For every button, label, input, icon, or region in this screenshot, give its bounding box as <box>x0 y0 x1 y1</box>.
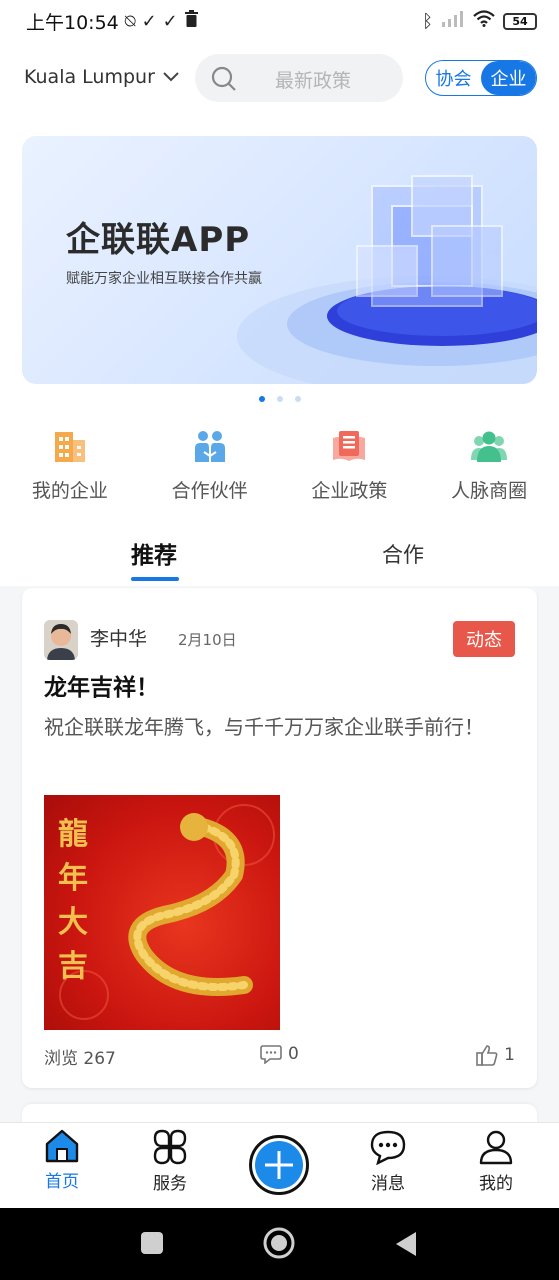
feed-tabs: 推荐 合作 <box>0 530 559 586</box>
home-circle-icon[interactable] <box>263 1227 295 1259</box>
like-count: 1 <box>504 1045 515 1065</box>
post-image[interactable]: 龍年大吉 <box>44 795 280 1030</box>
system-nav-bar <box>0 1208 559 1280</box>
comment-icon <box>260 1045 282 1064</box>
quick-nav-my-enterprise[interactable]: 我的企业 <box>0 426 140 506</box>
status-time: 上午10:54 <box>26 11 119 34</box>
comment-count: 0 <box>288 1044 299 1064</box>
partners-icon <box>194 431 225 462</box>
city-name: Kuala Lumpur <box>24 66 155 88</box>
check-icon: ✓ <box>141 10 157 32</box>
signal-icon <box>441 10 465 32</box>
view-count: 浏览 267 <box>44 1049 116 1069</box>
quick-nav-label: 合作伙伴 <box>171 480 248 502</box>
search-input[interactable]: 最新政策 <box>195 54 403 102</box>
add-icon <box>255 1141 303 1189</box>
search-icon <box>211 66 236 91</box>
search-placeholder: 最新政策 <box>275 70 352 92</box>
status-bar: 上午10:54 ⍉ ✓ ✓ ᛒ 54 <box>0 0 559 42</box>
nav-services[interactable]: 服务 <box>130 1129 210 1194</box>
quick-nav-label: 人脉商圈 <box>451 480 528 502</box>
post-body: 祝企联联龙年腾飞，与千千万万家企业联手前行！ <box>44 715 484 739</box>
wifi-icon <box>473 10 495 32</box>
banner-subtitle: 赋能万家企业相互联接合作共赢 <box>66 271 262 287</box>
nav-profile[interactable]: 我的 <box>456 1129 536 1194</box>
check-icon: ✓ <box>162 10 178 32</box>
chevron-down-icon <box>163 72 179 82</box>
toggle-association[interactable]: 协会 <box>426 61 481 95</box>
quick-nav-label: 企业政策 <box>311 480 388 502</box>
thumbs-up-icon <box>476 1045 498 1066</box>
nav-messages[interactable]: 消息 <box>348 1129 428 1194</box>
cube-illustration <box>237 175 537 384</box>
tab-recommend[interactable]: 推荐 <box>131 536 177 570</box>
quick-nav-partners[interactable]: 合作伙伴 <box>140 426 280 506</box>
home-icon <box>45 1129 79 1163</box>
trash-icon <box>184 10 199 32</box>
quick-nav-network[interactable]: 人脉商圈 <box>419 426 559 506</box>
toggle-enterprise[interactable]: 企业 <box>481 61 536 95</box>
nav-label: 服务 <box>153 1174 187 1194</box>
building-icon <box>54 432 85 462</box>
post-title: 龙年吉祥！ <box>44 675 159 701</box>
post-card[interactable]: 李中华 2月10日 动态 龙年吉祥！ 祝企联联龙年腾飞，与千千万万家企业联手前行… <box>22 588 537 1088</box>
add-button[interactable] <box>249 1135 309 1195</box>
bluetooth-icon: ᛒ <box>422 10 433 32</box>
quick-nav: 我的企业 合作伙伴 企业政策 人脉商圈 <box>0 426 559 506</box>
tab-active-indicator <box>131 577 179 581</box>
avatar[interactable] <box>44 620 78 660</box>
post-tag-badge: 动态 <box>453 621 515 657</box>
org-type-toggle[interactable]: 协会 企业 <box>425 60 537 96</box>
bottom-nav: 首页 服务 消息 我的 <box>0 1122 559 1208</box>
post-date: 2月10日 <box>178 631 237 649</box>
profile-icon <box>479 1130 513 1165</box>
banner-title: 企联联APP <box>66 220 251 260</box>
nav-label: 我的 <box>479 1174 513 1194</box>
carousel-dot[interactable] <box>294 396 301 402</box>
alarm-off-icon: ⍉ <box>124 10 136 32</box>
city-selector[interactable]: Kuala Lumpur <box>24 66 179 88</box>
post-author[interactable]: 李中华 <box>90 624 147 651</box>
promo-banner[interactable]: 企联联APP 赋能万家企业相互联接合作共赢 <box>22 136 537 384</box>
carousel-dot[interactable] <box>276 396 283 402</box>
nav-home[interactable]: 首页 <box>22 1129 102 1192</box>
battery-icon: 54 <box>503 12 537 30</box>
top-header: Kuala Lumpur 最新政策 协会 企业 <box>0 52 559 104</box>
network-people-icon <box>471 431 508 462</box>
comment-button[interactable]: 0 <box>260 1044 299 1064</box>
quick-nav-policy[interactable]: 企业政策 <box>280 426 420 506</box>
post-stats: 浏览 267 0 1 <box>44 1044 515 1069</box>
nav-label: 消息 <box>371 1174 405 1194</box>
tab-cooperation[interactable]: 合作 <box>382 539 424 569</box>
back-icon[interactable] <box>394 1230 418 1258</box>
image-calligraphy: 龍年大吉 <box>58 817 88 984</box>
services-icon <box>153 1129 187 1165</box>
quick-nav-label: 我的企业 <box>31 480 108 502</box>
recents-icon[interactable] <box>140 1230 164 1256</box>
carousel-dots <box>0 396 559 402</box>
carousel-dot[interactable] <box>258 396 265 402</box>
policy-book-icon <box>333 431 366 461</box>
like-button[interactable]: 1 <box>476 1044 515 1066</box>
message-icon <box>370 1130 406 1165</box>
nav-label: 首页 <box>45 1172 79 1192</box>
